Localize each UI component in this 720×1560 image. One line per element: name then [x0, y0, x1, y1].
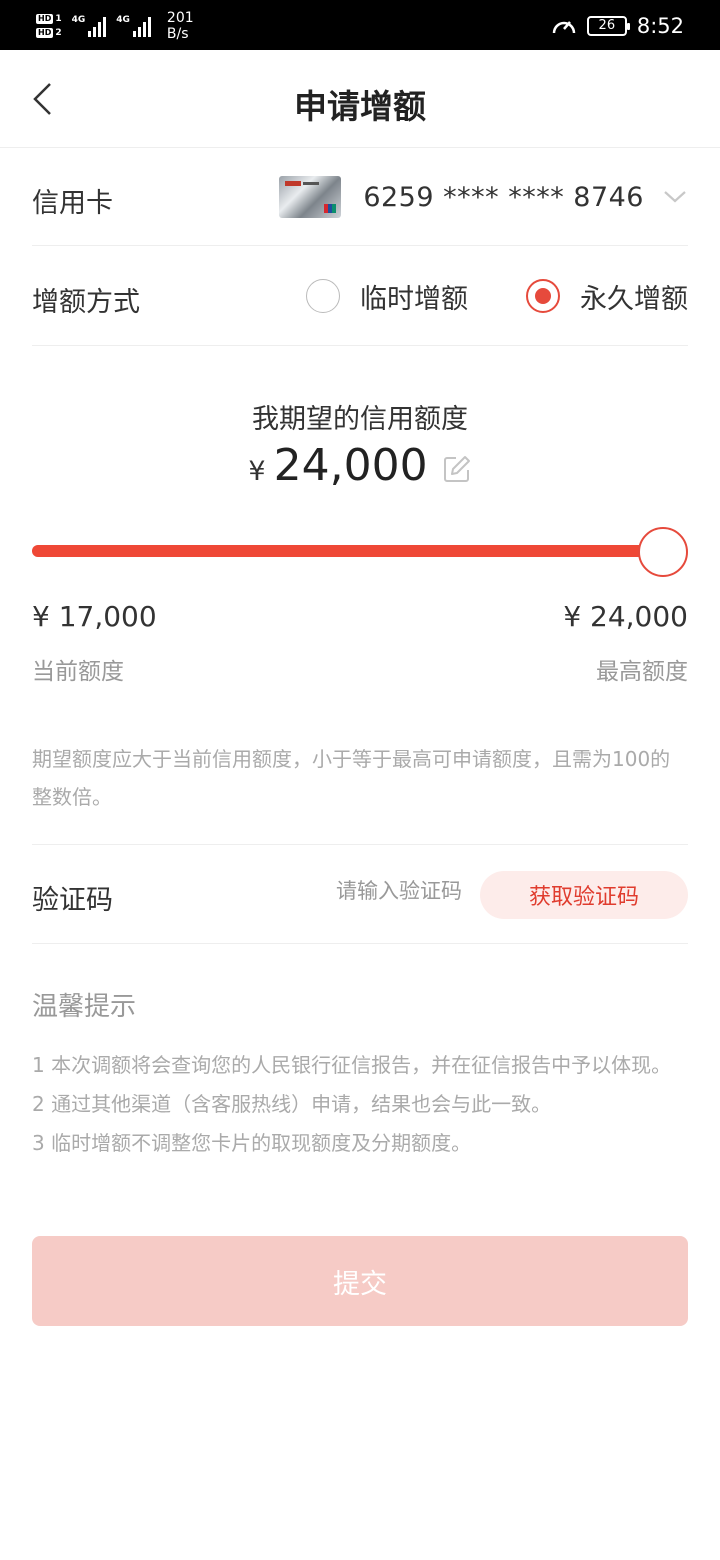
speedometer-icon [552, 21, 576, 34]
card-selector[interactable]: 6259 **** **** 8746 [279, 176, 688, 218]
signal-bar [137, 27, 141, 37]
hd-icon: HD [36, 14, 54, 24]
hd-icon: HD [36, 28, 54, 38]
credit-card-label: 信用卡 [32, 188, 113, 219]
signal-bar [93, 27, 97, 37]
current-limit-value: ¥ 17,000 [32, 600, 157, 633]
verification-code-row: 验证码 获取验证码 [32, 844, 688, 944]
signal-bar [142, 22, 146, 37]
signal-icon: 4G [72, 15, 107, 37]
tip-item: 1 本次调额将会查询您的人民银行征信报告，并在征信报告中予以体现。 [32, 1053, 672, 1077]
card-thumbnail [279, 176, 342, 218]
signal-bar [132, 31, 136, 37]
radio-permanent-label: 永久增额 [580, 283, 688, 315]
submit-button[interactable]: 提交 [32, 1236, 688, 1326]
signal-bar [88, 31, 92, 37]
network-type: 4G [116, 15, 130, 25]
sim1-indicator: HD 1 [36, 13, 62, 25]
status-bar: HD 1 HD 2 4G 4G 201 B/s 26 8:52 [0, 0, 720, 50]
tip-item: 2 通过其他渠道（含客服热线）申请，结果也会与此一致。 [32, 1092, 552, 1116]
speed-unit: B/s [166, 26, 189, 42]
clock: 8:52 [636, 14, 684, 38]
credit-card-row: 信用卡 6259 **** **** 8746 [32, 148, 688, 246]
expected-limit-title: 我期望的信用额度 [252, 404, 468, 435]
sim2-indicator: HD 2 [36, 27, 62, 39]
header: 申请增额 [0, 50, 720, 148]
signal-bar [147, 17, 151, 37]
sim1-number: 1 [55, 14, 62, 24]
unionpay-logo [324, 204, 337, 213]
edit-icon[interactable] [442, 454, 472, 484]
status-left: HD 1 HD 2 4G 4G 201 B/s [36, 8, 194, 44]
battery-level: 26 [598, 18, 616, 33]
radio-unchecked-icon [306, 279, 340, 313]
increase-method-radio-group: 临时增额 永久增额 [306, 276, 688, 316]
signal-icon: 4G [116, 15, 151, 37]
network-type: 4G [71, 15, 86, 25]
speed-value: 201 [166, 10, 194, 26]
slider-fill [32, 545, 664, 557]
network-speed: 201 B/s [167, 10, 194, 42]
tips-list: 1 本次调额将会查询您的人民银行征信报告，并在征信报告中予以体现。 2 通过其他… [32, 1046, 688, 1163]
verification-code-input[interactable] [282, 879, 462, 903]
sim2-number: 2 [55, 28, 62, 38]
radio-temporary[interactable]: 临时增额 [306, 277, 468, 316]
page-title: 申请增额 [294, 87, 426, 126]
increase-method-label: 增额方式 [32, 287, 140, 318]
increase-method-row: 增额方式 临时增额 永久增额 [32, 246, 688, 346]
bank-logo [285, 181, 302, 186]
limit-rule-note: 期望额度应大于当前信用额度，小于等于最高可申请额度，且需为100的整数倍。 [32, 747, 671, 809]
radio-checked-icon [526, 279, 560, 313]
signal-bar [98, 22, 102, 37]
credit-limit-slider[interactable] [32, 527, 688, 577]
expected-limit-value: ¥ 24,000 [0, 440, 720, 491]
battery-icon: 26 [586, 16, 630, 36]
radio-permanent[interactable]: 永久增额 [526, 277, 688, 316]
max-limit-label: 最高额度 [596, 659, 688, 685]
currency-symbol: ¥ [248, 456, 266, 487]
chevron-down-icon [662, 187, 688, 207]
bank-name-mark [303, 182, 320, 185]
signal-bar [103, 17, 107, 37]
expected-amount: 24,000 [273, 440, 428, 491]
status-right: 26 8:52 [551, 8, 684, 44]
tips-title: 温馨提示 [32, 992, 137, 1022]
current-limit-label: 当前额度 [32, 659, 124, 685]
get-code-button[interactable]: 获取验证码 [480, 871, 688, 919]
max-limit-value: ¥ 24,000 [563, 600, 688, 633]
tip-item: 3 临时增额不调整您卡片的取现额度及分期额度。 [32, 1131, 472, 1155]
verification-code-label: 验证码 [32, 885, 113, 916]
sim-indicators: HD 1 HD 2 [36, 13, 62, 39]
radio-temporary-label: 临时增额 [360, 283, 468, 315]
slider-thumb[interactable] [638, 527, 688, 577]
card-number: 6259 **** **** 8746 [363, 181, 644, 213]
